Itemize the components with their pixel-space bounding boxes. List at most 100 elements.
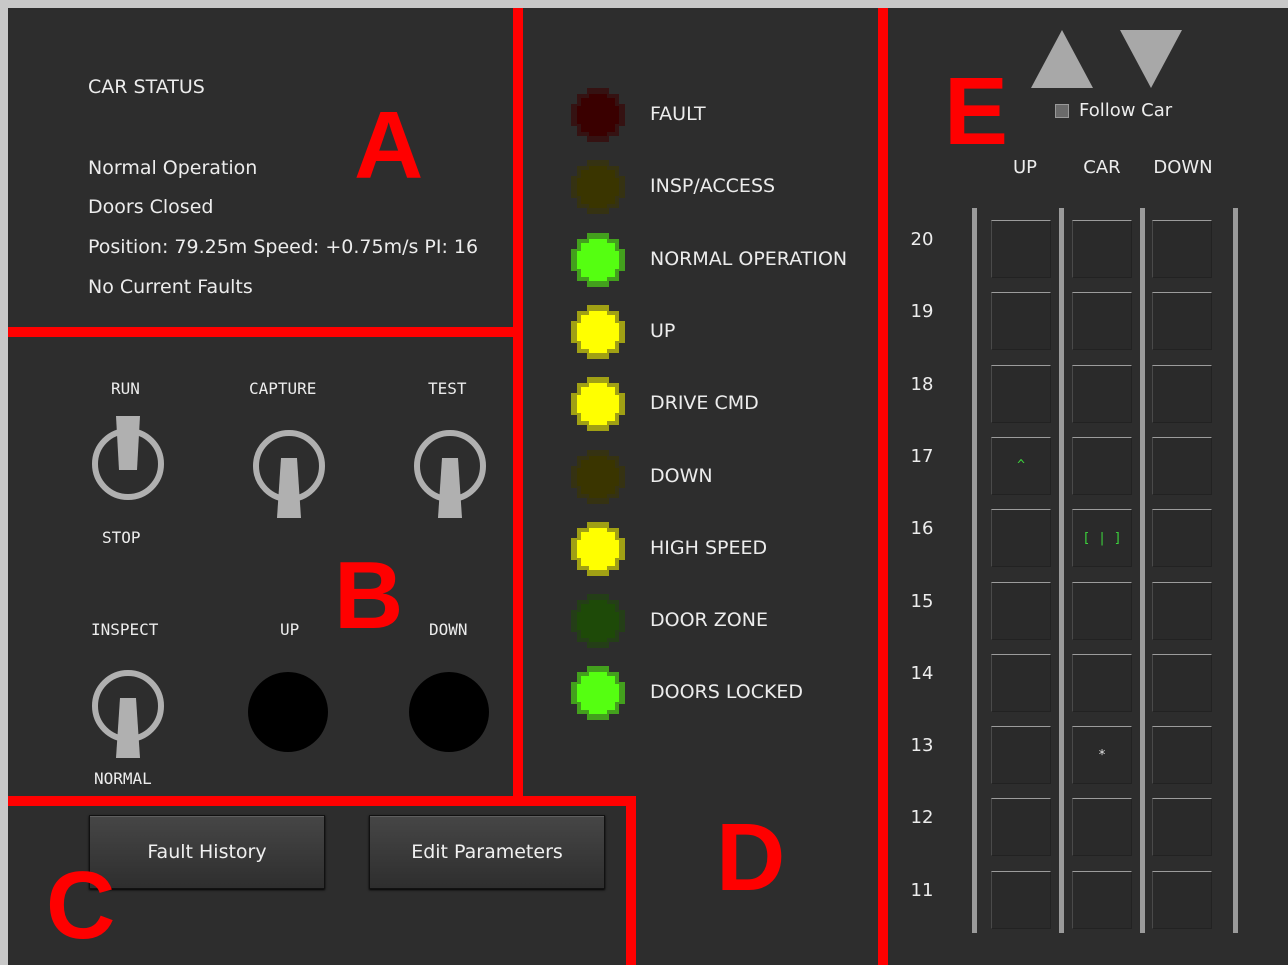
floor-cell-down[interactable] — [1152, 220, 1212, 278]
test-switch-label: TEST — [428, 379, 467, 398]
toggle-up-icon — [92, 416, 164, 500]
indicator-led — [569, 448, 627, 506]
floor-cell-marker: ^ — [1017, 458, 1025, 474]
indicator-led — [569, 231, 627, 289]
led-icon — [571, 304, 625, 359]
toggle-down-icon — [92, 670, 164, 758]
status-faults: No Current Faults — [88, 276, 253, 298]
led-icon — [571, 88, 625, 142]
toggle-down-icon — [253, 430, 325, 518]
down-push-button[interactable] — [409, 672, 489, 752]
floor-number: 18 — [910, 373, 934, 395]
led-icon — [571, 160, 625, 215]
floor-cell-up[interactable] — [991, 220, 1051, 278]
floor-cell-car[interactable] — [1072, 581, 1132, 640]
floor-cell-up[interactable] — [991, 870, 1051, 929]
column-header-car: CAR — [1083, 157, 1121, 178]
floor-cell-marker: [ | ] — [1082, 530, 1122, 546]
floor-cell-car[interactable] — [1072, 220, 1132, 278]
floor-cell-down[interactable] — [1152, 292, 1212, 351]
column-header-up: UP — [1012, 157, 1038, 178]
floor-cell-up[interactable] — [991, 581, 1051, 640]
follow-car-label: Follow Car — [1079, 100, 1173, 121]
section-label-d: D — [716, 804, 786, 911]
status-operation: Normal Operation — [88, 157, 258, 179]
floor-cell-up[interactable] — [991, 798, 1051, 857]
floor-cell-car[interactable] — [1072, 798, 1132, 857]
divider-ab-d — [513, 8, 523, 798]
inspect-normal-toggle-switch[interactable] — [88, 670, 168, 762]
floor-cell-car[interactable]: * — [1072, 726, 1132, 785]
scroll-down-button[interactable] — [1120, 30, 1182, 92]
floor-cell-car[interactable] — [1072, 364, 1132, 423]
indicator-label: DRIVE CMD — [650, 392, 759, 415]
stop-label: STOP — [102, 528, 141, 547]
indicator-label: UP — [650, 319, 676, 342]
indicator-led — [569, 86, 627, 144]
floor-cell-car[interactable]: [ | ] — [1072, 509, 1132, 568]
floor-cell-up[interactable] — [991, 726, 1051, 785]
section-label-b: B — [334, 542, 404, 649]
run-stop-toggle-switch[interactable] — [88, 410, 168, 500]
floor-number: 13 — [910, 735, 934, 757]
divider-c-d — [626, 796, 636, 965]
fault-history-button[interactable]: Fault History — [89, 815, 325, 889]
up-button-label: UP — [280, 620, 300, 639]
indicator-label: DOOR ZONE — [650, 609, 768, 632]
indicator-led — [569, 375, 627, 433]
floor-cell-down[interactable] — [1152, 726, 1212, 785]
floor-number: 12 — [910, 807, 934, 829]
capture-toggle-switch[interactable] — [249, 430, 329, 522]
hoistway-rail-up-car — [1059, 208, 1064, 933]
floor-cell-down[interactable] — [1152, 364, 1212, 423]
inspect-switch-label: INSPECT — [91, 620, 159, 639]
checkbox-box[interactable] — [1055, 103, 1069, 118]
follow-car-checkbox[interactable]: Follow Car — [1055, 100, 1172, 121]
capture-switch-label: CAPTURE — [249, 379, 317, 398]
led-icon — [571, 521, 625, 576]
floor-cell-up[interactable] — [991, 364, 1051, 423]
floor-cell-up[interactable] — [991, 653, 1051, 712]
indicator-label: NORMAL OPERATION — [650, 247, 848, 270]
floor-cell-down[interactable] — [1152, 653, 1212, 712]
floor-cell-car[interactable] — [1072, 870, 1132, 929]
edit-parameters-button[interactable]: Edit Parameters — [369, 815, 605, 889]
floor-number: 17 — [910, 445, 934, 467]
indicator-label: DOWN — [650, 464, 713, 487]
floor-number: 11 — [910, 879, 934, 901]
column-header-down: DOWN — [1153, 157, 1213, 178]
floor-number: 15 — [910, 590, 934, 612]
floor-cell-up[interactable]: ^ — [991, 436, 1051, 495]
indicator-led — [569, 520, 627, 578]
floor-number: 16 — [910, 518, 934, 540]
up-push-button[interactable] — [248, 672, 328, 752]
floor-cell-down[interactable] — [1152, 870, 1212, 929]
floor-cell-car[interactable] — [1072, 653, 1132, 712]
run-switch-label: RUN — [111, 379, 140, 398]
floor-cell-down[interactable] — [1152, 581, 1212, 640]
status-position-speed: Position: 79.25m Speed: +0.75m/s PI: 16 — [88, 236, 479, 258]
floor-cell-up[interactable] — [991, 509, 1051, 568]
scroll-up-button[interactable] — [1031, 30, 1093, 92]
section-label-a: A — [354, 92, 424, 199]
floor-cell-car[interactable] — [1072, 436, 1132, 495]
divider-d-e — [878, 8, 888, 965]
indicator-led — [569, 664, 627, 722]
floor-cell-down[interactable] — [1152, 798, 1212, 857]
triangle-down-icon — [1120, 30, 1182, 88]
indicator-label: HIGH SPEED — [650, 536, 768, 559]
status-doors: Doors Closed — [88, 196, 214, 218]
floor-cell-down[interactable] — [1152, 509, 1212, 568]
test-toggle-switch[interactable] — [410, 430, 490, 522]
floor-number: 19 — [910, 301, 934, 323]
hoistway-rail-right — [1233, 208, 1238, 933]
floor-cell-car[interactable] — [1072, 292, 1132, 351]
hoistway-rail-car-down — [1140, 208, 1145, 933]
led-icon — [571, 377, 625, 432]
car-status-title: CAR STATUS — [88, 76, 205, 98]
section-label-c: C — [46, 852, 116, 959]
floor-cell-down[interactable] — [1152, 436, 1212, 495]
down-button-label: DOWN — [429, 620, 468, 639]
floor-cell-up[interactable] — [991, 292, 1051, 351]
indicator-led — [569, 303, 627, 361]
